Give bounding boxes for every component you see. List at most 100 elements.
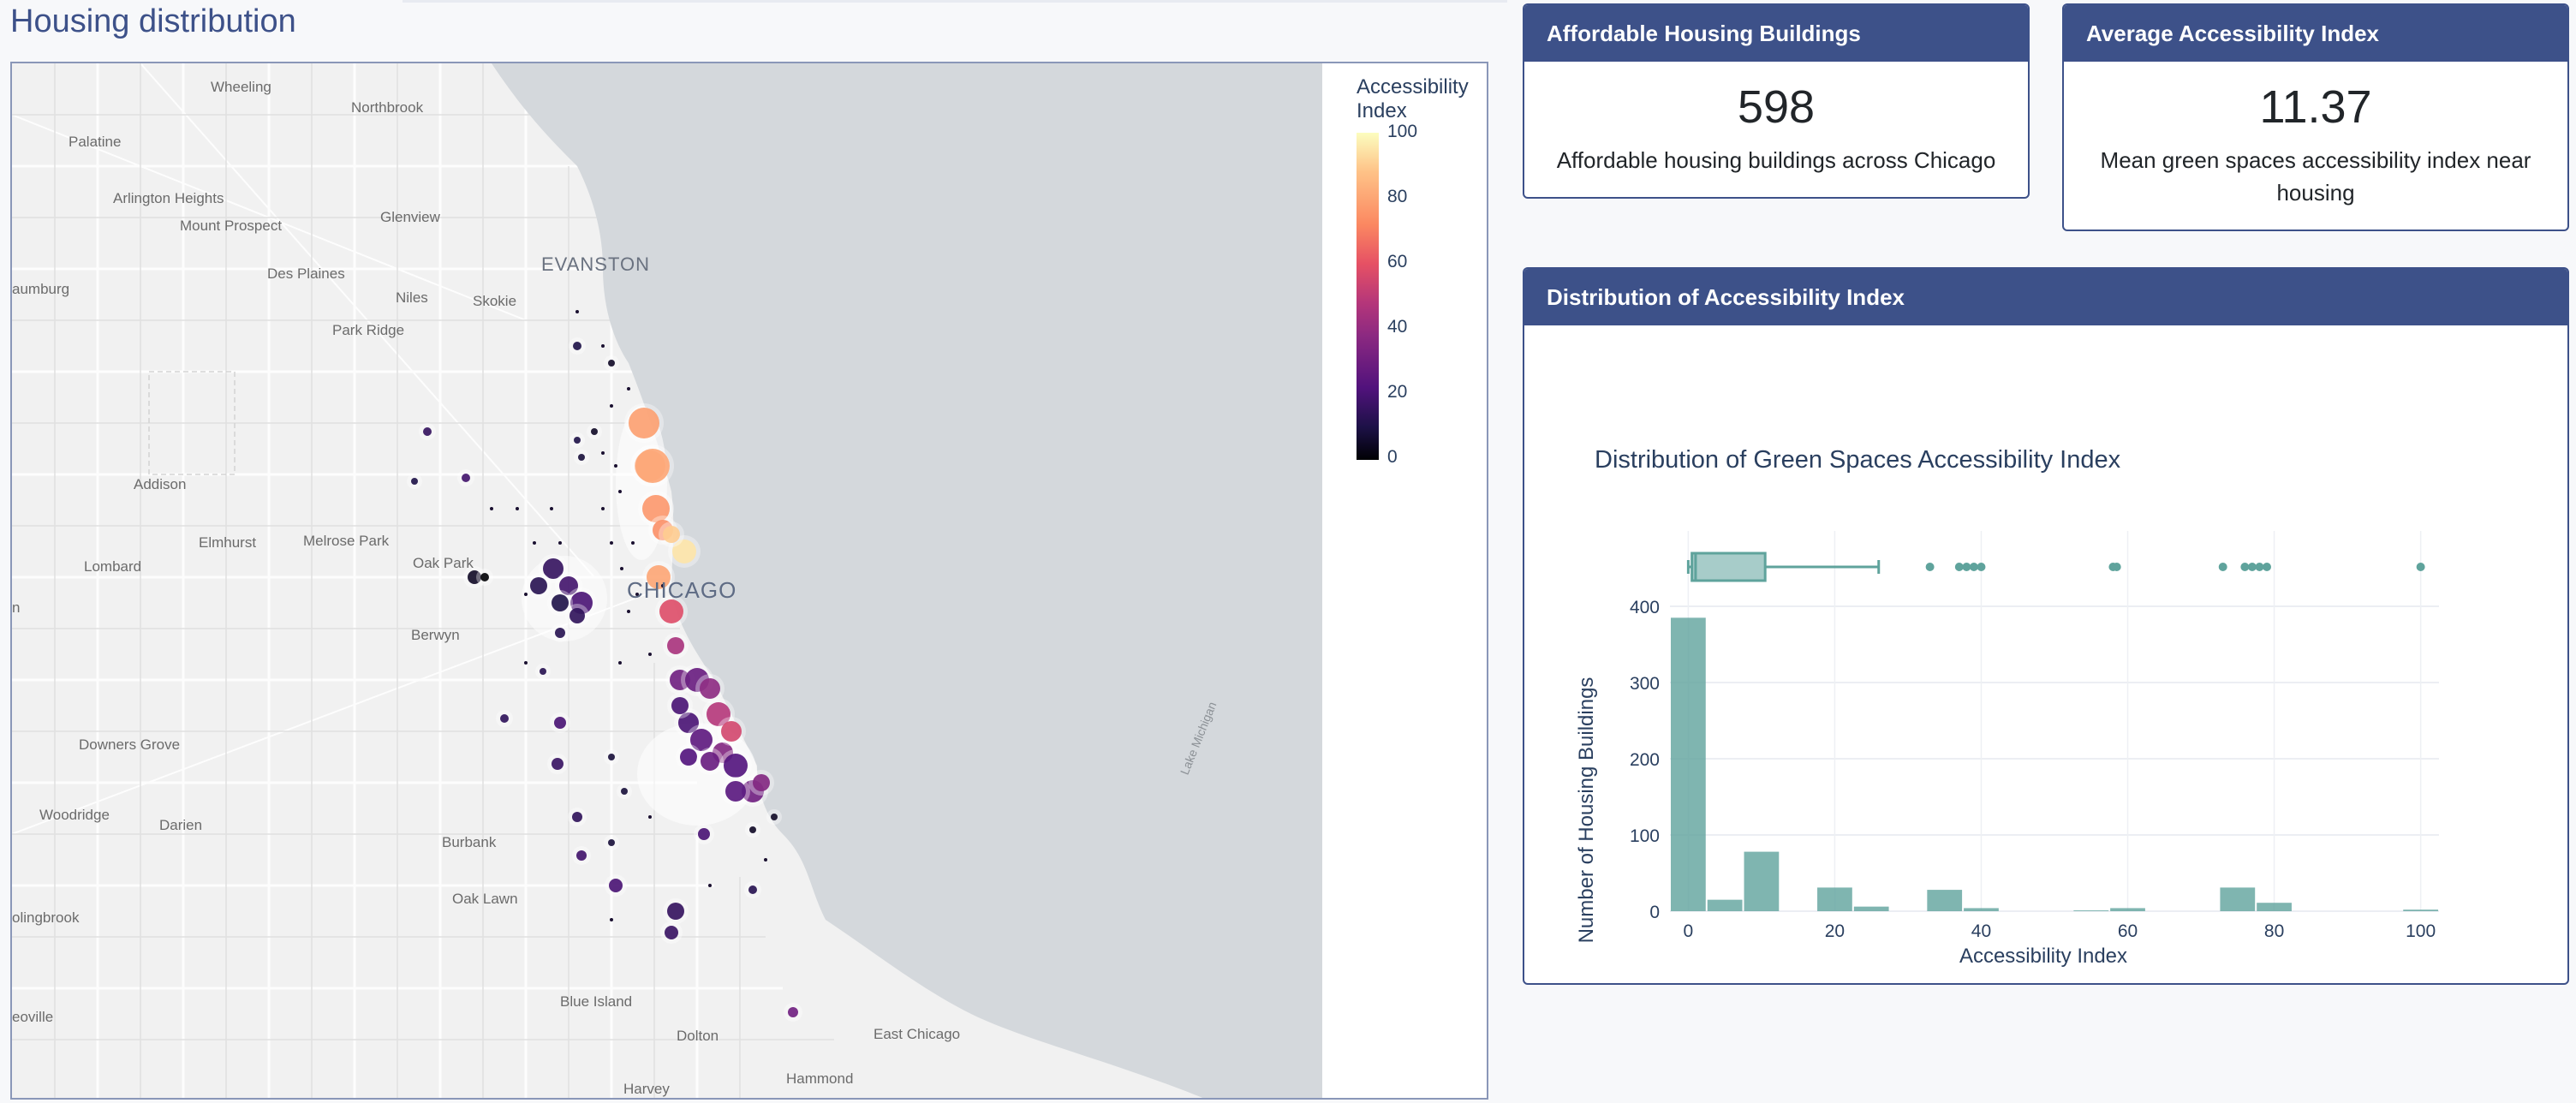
housing-point[interactable]: [608, 754, 615, 760]
chart-boxplot[interactable]: [1686, 552, 2425, 582]
housing-point[interactable]: [610, 404, 613, 408]
x-axis-label: Accessibility Index: [1959, 945, 2127, 968]
housing-point[interactable]: [753, 774, 770, 791]
histogram-bar[interactable]: [2403, 909, 2438, 911]
housing-point[interactable]: [609, 879, 623, 892]
housing-point[interactable]: [550, 507, 553, 510]
housing-point[interactable]: [572, 812, 582, 822]
histogram-bar[interactable]: [2110, 908, 2145, 911]
box-outlier[interactable]: [1925, 563, 1935, 571]
x-tick-label: 60: [2118, 921, 2138, 941]
box-outlier[interactable]: [2112, 563, 2121, 571]
box-outlier[interactable]: [2218, 563, 2227, 571]
box-iqr[interactable]: [1690, 552, 1767, 582]
housing-point[interactable]: [627, 387, 630, 391]
housing-point[interactable]: [575, 310, 579, 313]
housing-point[interactable]: [601, 344, 605, 348]
housing-point[interactable]: [627, 610, 630, 613]
housing-point[interactable]: [533, 541, 536, 545]
housing-point[interactable]: [618, 661, 622, 665]
housing-point[interactable]: [552, 758, 564, 770]
housing-point[interactable]: [648, 653, 652, 656]
housing-point[interactable]: [423, 427, 432, 436]
housing-point[interactable]: [608, 839, 615, 846]
housing-point[interactable]: [708, 884, 712, 887]
housing-point[interactable]: [680, 748, 697, 766]
housing-point[interactable]: [576, 850, 587, 861]
histogram-bar[interactable]: [1853, 906, 1889, 911]
housing-point[interactable]: [524, 593, 528, 596]
housing-point[interactable]: [721, 721, 742, 742]
housing-point[interactable]: [480, 573, 489, 581]
histogram-bar[interactable]: [2220, 887, 2256, 911]
housing-point[interactable]: [411, 478, 418, 485]
housing-point[interactable]: [667, 903, 684, 920]
housing-point[interactable]: [610, 541, 613, 545]
housing-point[interactable]: [530, 577, 547, 594]
housing-point[interactable]: [569, 608, 585, 623]
housing-point[interactable]: [610, 918, 613, 921]
box-outlier[interactable]: [2263, 563, 2272, 571]
housing-point[interactable]: [524, 661, 528, 665]
histogram-bar[interactable]: [1744, 851, 1780, 911]
housing-point[interactable]: [764, 858, 767, 862]
housing-point[interactable]: [748, 885, 757, 894]
housing-point[interactable]: [552, 594, 569, 611]
housing-point[interactable]: [648, 815, 652, 819]
housing-point[interactable]: [701, 752, 719, 771]
housing-point[interactable]: [725, 781, 746, 802]
housing-point[interactable]: [771, 814, 778, 820]
housing-point[interactable]: [601, 451, 605, 455]
box-outlier[interactable]: [1954, 563, 1964, 571]
housing-point[interactable]: [573, 342, 581, 350]
housing-point[interactable]: [608, 360, 615, 367]
histogram-bar[interactable]: [1964, 908, 1999, 911]
histogram-bar[interactable]: [1671, 617, 1706, 911]
housing-point[interactable]: [500, 714, 509, 723]
box-outlier[interactable]: [2416, 563, 2425, 571]
housing-point[interactable]: [540, 668, 546, 675]
histogram-bar[interactable]: [1707, 899, 1743, 911]
housing-point[interactable]: [665, 926, 678, 939]
housing-point[interactable]: [635, 449, 670, 483]
histogram-bar[interactable]: [2257, 903, 2292, 911]
housing-point[interactable]: [671, 697, 689, 714]
housing-point[interactable]: [614, 464, 617, 468]
housing-point[interactable]: [629, 408, 659, 438]
housing-point[interactable]: [698, 828, 710, 840]
housing-point[interactable]: [724, 754, 748, 778]
housing-point[interactable]: [663, 526, 680, 543]
housing-point[interactable]: [462, 474, 470, 482]
housing-point[interactable]: [788, 1007, 798, 1017]
box-outlier[interactable]: [1969, 563, 1978, 571]
housing-point[interactable]: [574, 437, 581, 444]
distribution-chart[interactable]: Distribution of Green Spaces Accessibili…: [1524, 325, 2567, 983]
chart-bars[interactable]: [1671, 617, 2438, 911]
housing-point[interactable]: [558, 541, 562, 545]
box-outlier[interactable]: [2247, 563, 2257, 571]
x-axis-ticks: 0 20 40 60 80 100: [1684, 921, 2436, 941]
box-outlier[interactable]: [1962, 563, 1971, 571]
housing-point[interactable]: [601, 507, 605, 510]
housing-point[interactable]: [516, 507, 519, 510]
housing-point[interactable]: [554, 717, 566, 729]
histogram-bar[interactable]: [1817, 887, 1852, 911]
housing-point[interactable]: [700, 678, 720, 699]
housing-point[interactable]: [591, 428, 598, 435]
histogram-bar[interactable]: [2073, 910, 2109, 911]
housing-point[interactable]: [555, 628, 565, 638]
housing-point[interactable]: [490, 507, 493, 510]
housing-point[interactable]: [621, 788, 628, 795]
box-outlier[interactable]: [2255, 563, 2264, 571]
housing-point[interactable]: [749, 826, 756, 833]
chart-gridlines: [1670, 531, 2439, 912]
histogram-bar[interactable]: [1927, 890, 1963, 911]
housing-point[interactable]: [667, 637, 684, 654]
housing-point[interactable]: [618, 490, 622, 493]
housing-point[interactable]: [620, 567, 623, 570]
box-outlier[interactable]: [1977, 563, 1986, 571]
housing-point[interactable]: [578, 454, 585, 461]
box-outlier[interactable]: [2240, 563, 2250, 571]
housing-point[interactable]: [631, 541, 635, 545]
map-panel[interactable]: Wheeling Northbrook Palatine Arlington H…: [10, 62, 1488, 1100]
